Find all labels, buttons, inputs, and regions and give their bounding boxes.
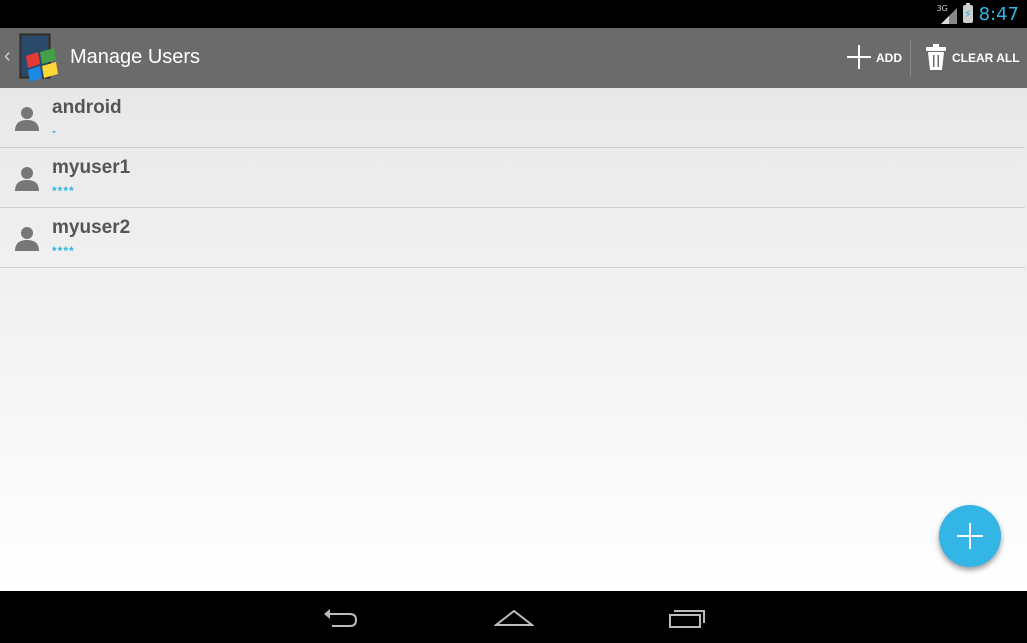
back-button[interactable] bbox=[320, 605, 360, 631]
clear-all-button[interactable]: CLEAR ALL bbox=[924, 28, 1020, 88]
person-icon bbox=[14, 165, 40, 191]
back-icon bbox=[320, 609, 360, 635]
trash-icon bbox=[924, 43, 948, 74]
recent-apps-icon bbox=[668, 610, 708, 635]
battery-icon: ⚡ bbox=[962, 3, 973, 23]
user-name: android bbox=[52, 97, 122, 118]
plus-icon bbox=[846, 44, 872, 73]
user-list-content: android - myuser1 **** myuser2 **** bbox=[0, 88, 1027, 591]
network-type-label: 3G bbox=[936, 4, 948, 13]
user-list-item[interactable]: android - bbox=[0, 88, 1025, 148]
user-list-item[interactable]: myuser2 **** bbox=[0, 208, 1025, 268]
user-password-mask: - bbox=[52, 124, 57, 138]
home-icon bbox=[493, 609, 535, 635]
person-icon bbox=[14, 225, 40, 251]
user-list-item[interactable]: myuser1 **** bbox=[0, 148, 1025, 208]
person-icon bbox=[14, 105, 40, 131]
add-button-label: ADD bbox=[876, 51, 902, 65]
user-list: android - myuser1 **** myuser2 **** bbox=[0, 88, 1025, 268]
recent-apps-button[interactable] bbox=[668, 605, 708, 631]
user-password-mask: **** bbox=[52, 184, 75, 198]
signal-icon: 3G bbox=[937, 4, 957, 24]
up-navigation-icon[interactable]: ‹ bbox=[4, 45, 11, 68]
home-button[interactable] bbox=[493, 605, 535, 631]
windows-logo-app-icon[interactable] bbox=[16, 32, 64, 84]
status-clock: 8:47 bbox=[978, 3, 1019, 25]
action-bar: ‹ Manage Users ADD CLEAR ALL bbox=[0, 28, 1027, 88]
clear-all-button-label: CLEAR ALL bbox=[952, 51, 1020, 65]
user-name: myuser2 bbox=[52, 217, 131, 238]
add-user-button[interactable]: ADD bbox=[846, 28, 902, 88]
user-name: myuser1 bbox=[52, 157, 131, 178]
user-password-mask: **** bbox=[52, 244, 75, 258]
system-navigation-bar bbox=[0, 591, 1027, 643]
add-user-fab[interactable] bbox=[939, 505, 1001, 567]
status-bar: 3G ⚡ 8:47 bbox=[0, 0, 1027, 28]
action-divider bbox=[910, 40, 911, 76]
status-icons: 3G ⚡ 8:47 bbox=[937, 0, 1019, 28]
page-title: Manage Users bbox=[70, 46, 201, 68]
plus-icon bbox=[939, 523, 1001, 571]
